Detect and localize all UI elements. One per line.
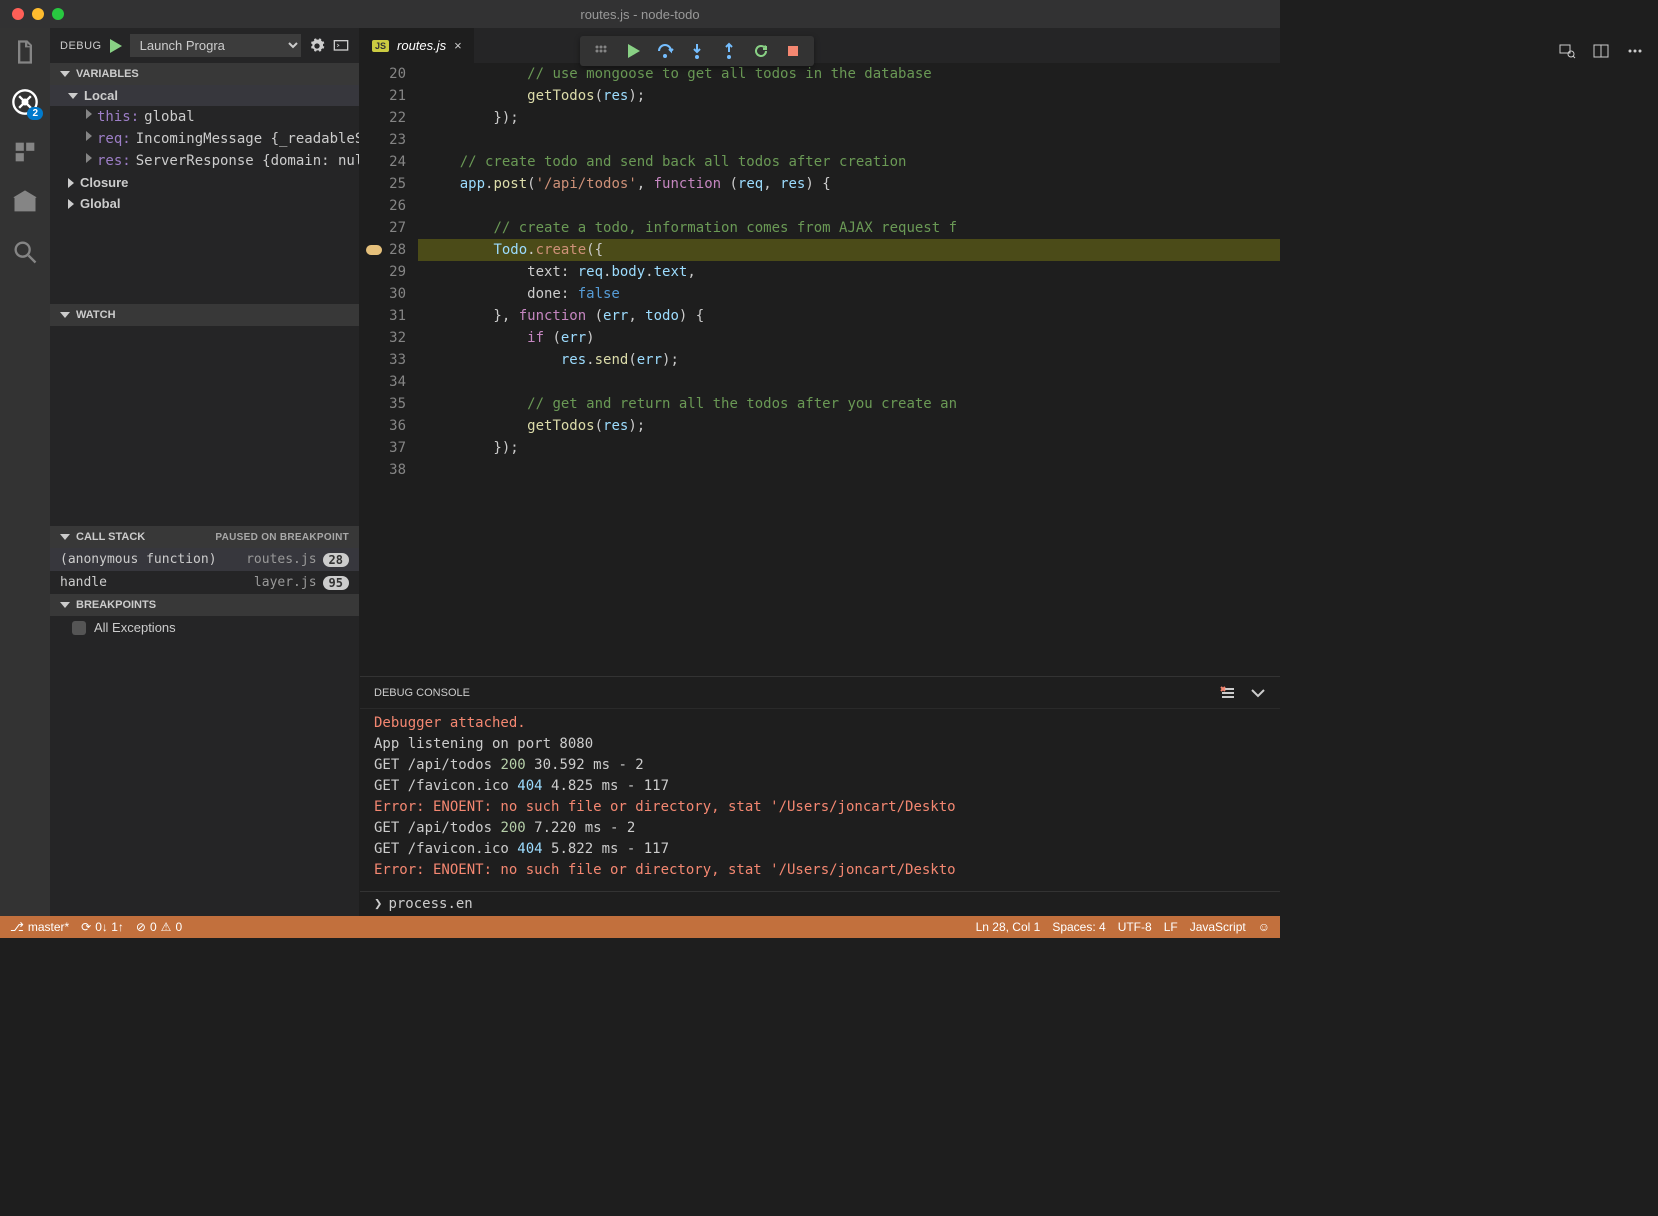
sync-item[interactable]: ⟳ 0↓ 1↑ — [81, 920, 124, 934]
debug-sidebar: DEBUG Launch Progra VARIABLES Local this… — [50, 28, 360, 916]
clear-console-icon[interactable] — [1220, 685, 1236, 701]
scope-local[interactable]: Local — [50, 85, 359, 106]
tab-routes[interactable]: JS routes.js × — [360, 28, 474, 63]
js-icon: JS — [372, 40, 389, 52]
var-req[interactable]: req:IncomingMessage {_readableSt… — [50, 128, 359, 150]
scope-closure[interactable]: Closure — [50, 172, 359, 193]
find-icon[interactable] — [1558, 42, 1576, 60]
editor-group: JS routes.js × 2021222324252627282930313… — [360, 28, 1280, 916]
debug-console-icon[interactable] — [333, 38, 349, 54]
debug-header: DEBUG Launch Progra — [50, 28, 359, 63]
indent[interactable]: Spaces: 4 — [1052, 920, 1105, 934]
gutter[interactable]: 20212223242526272829303132333435363738 — [360, 63, 418, 676]
stop-icon[interactable] — [784, 42, 802, 60]
console-output[interactable]: Debugger attached.App listening on port … — [360, 709, 1280, 891]
watch-section[interactable]: WATCH — [50, 304, 359, 326]
branch-item[interactable]: ⎇ master* — [10, 920, 69, 934]
gear-icon[interactable] — [309, 38, 325, 54]
debug-console-panel: DEBUG CONSOLE Debugger attached.App list… — [360, 676, 1280, 916]
titlebar: routes.js - node-todo — [0, 0, 1280, 28]
panel-title: DEBUG CONSOLE — [374, 687, 470, 699]
debug-config-select[interactable]: Launch Progra — [130, 34, 301, 57]
feedback-icon[interactable]: ☺ — [1258, 920, 1270, 934]
zoom-window[interactable] — [52, 8, 64, 20]
debug-toolbar[interactable] — [580, 36, 814, 66]
callstack-status: PAUSED ON BREAKPOINT — [215, 532, 349, 543]
bp-all-exceptions[interactable]: All Exceptions — [50, 616, 359, 639]
extensions-icon[interactable] — [11, 138, 39, 166]
cursor-pos[interactable]: Ln 28, Col 1 — [976, 920, 1041, 934]
scope-global[interactable]: Global — [50, 193, 359, 214]
drag-handle-icon[interactable] — [592, 42, 610, 60]
start-debug-button[interactable] — [110, 39, 122, 53]
callstack-section[interactable]: CALL STACK PAUSED ON BREAKPOINT — [50, 526, 359, 548]
window-title: routes.js - node-todo — [0, 7, 1280, 22]
minimize-window[interactable] — [32, 8, 44, 20]
step-over-icon[interactable] — [656, 42, 674, 60]
more-icon[interactable] — [1626, 42, 1644, 60]
watch-body — [50, 326, 359, 526]
step-out-icon[interactable] — [720, 42, 738, 60]
language[interactable]: JavaScript — [1190, 920, 1246, 934]
debug-icon[interactable]: 2 — [11, 88, 39, 116]
checkbox[interactable] — [72, 621, 86, 635]
tab-label: routes.js — [397, 38, 446, 53]
callstack-frame[interactable]: (anonymous function)routes.js28 — [50, 548, 359, 571]
code-editor[interactable]: // use mongoose to get all todos in the … — [418, 63, 1280, 676]
var-this[interactable]: this:global — [50, 106, 359, 128]
close-tab-icon[interactable]: × — [454, 38, 462, 53]
callstack-frame[interactable]: handlelayer.js95 — [50, 571, 359, 594]
encoding[interactable]: UTF-8 — [1118, 920, 1152, 934]
editor-title-actions — [1558, 42, 1644, 60]
restart-icon[interactable] — [752, 42, 770, 60]
breakpoints-section[interactable]: BREAKPOINTS — [50, 594, 359, 616]
variables-section[interactable]: VARIABLES — [50, 63, 359, 85]
window-controls — [0, 8, 64, 20]
split-editor-icon[interactable] — [1592, 42, 1610, 60]
continue-icon[interactable] — [624, 42, 642, 60]
explorer-icon[interactable] — [11, 38, 39, 66]
tab-bar: JS routes.js × — [360, 28, 1280, 63]
step-into-icon[interactable] — [688, 42, 706, 60]
errors-item[interactable]: ⊘ 0 ⚠ 0 — [136, 920, 182, 934]
scm-icon[interactable] — [11, 188, 39, 216]
search-icon[interactable] — [11, 238, 39, 266]
repl-input[interactable]: ❯ process.en — [360, 891, 1280, 916]
collapse-panel-icon[interactable] — [1250, 685, 1266, 701]
var-res[interactable]: res:ServerResponse {domain: null… — [50, 150, 359, 172]
eol[interactable]: LF — [1164, 920, 1178, 934]
activity-bar: 2 — [0, 28, 50, 916]
status-bar: ⎇ master* ⟳ 0↓ 1↑ ⊘ 0 ⚠ 0 Ln 28, Col 1 S… — [0, 916, 1280, 938]
debug-label: DEBUG — [60, 40, 102, 52]
debug-badge: 2 — [27, 107, 43, 120]
close-window[interactable] — [12, 8, 24, 20]
